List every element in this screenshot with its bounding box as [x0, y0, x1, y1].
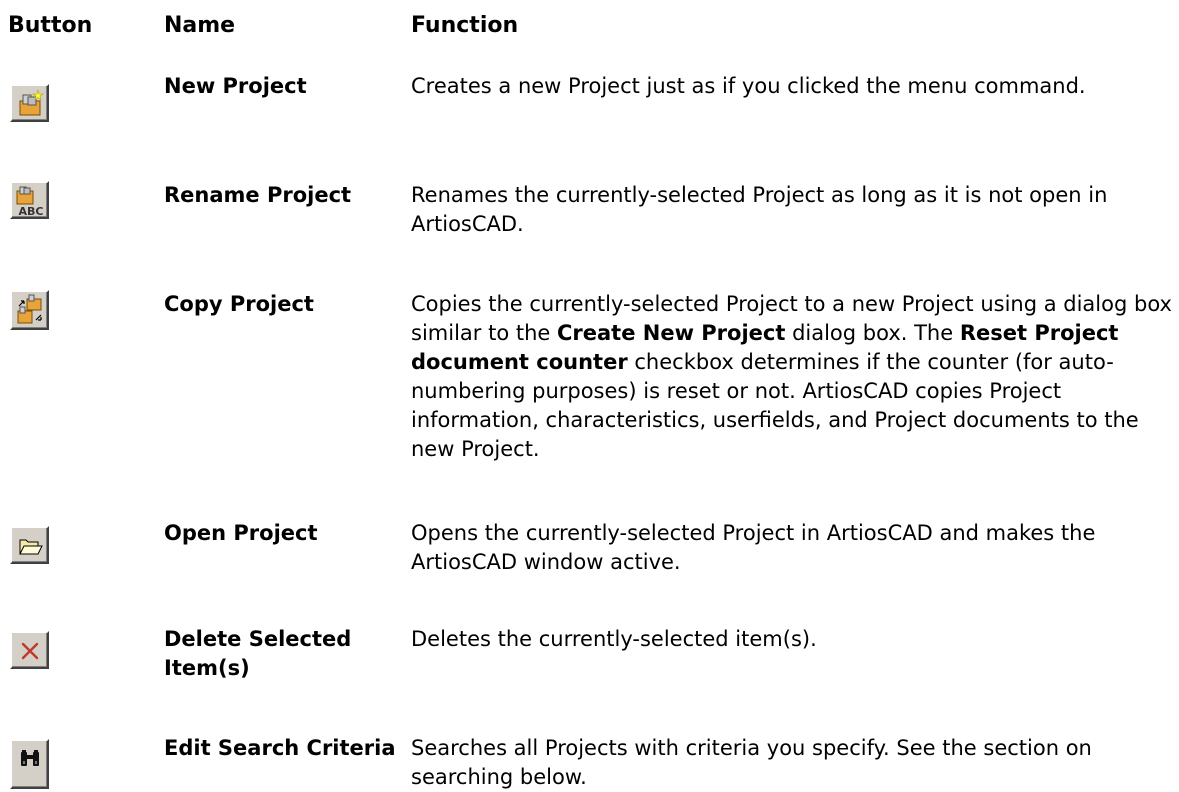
column-header-name: Name: [164, 13, 236, 38]
svg-text:ABC: ABC: [19, 205, 44, 217]
row-name: New Project: [164, 74, 307, 98]
row-function: Creates a new Project just as if you cli…: [411, 74, 1086, 98]
row-name: Copy Project: [164, 292, 314, 316]
row-function: Searches all Projects with criteria you …: [411, 736, 1092, 789]
row-function: Opens the currently-selected Project in …: [411, 521, 1096, 574]
row-name: Open Project: [164, 521, 318, 545]
row-name: Edit Search Criteria: [164, 736, 396, 760]
row-name: Rename Project: [164, 183, 352, 207]
new-project-button[interactable]: [10, 84, 49, 122]
delete-icon: [21, 642, 39, 660]
edit-search-criteria-button[interactable]: [10, 739, 49, 789]
open-project-button[interactable]: [10, 526, 49, 564]
delete-selected-button[interactable]: [10, 631, 49, 669]
column-header-button: Button: [8, 13, 93, 38]
row-function: Copies the currently-selected Project to…: [411, 292, 1172, 461]
column-header-function: Function: [411, 13, 519, 38]
rename-project-icon: ABC: [16, 186, 44, 217]
open-project-icon: [19, 539, 43, 555]
copy-project-icon: [17, 294, 42, 324]
copy-project-button[interactable]: [10, 290, 49, 330]
row-name: Delete Selected Item(s): [164, 627, 352, 680]
row-function: Deletes the currently-selected item(s).: [411, 627, 817, 651]
new-project-icon: [19, 89, 44, 116]
rename-project-button[interactable]: ABC: [10, 181, 49, 219]
row-function: Renames the currently-selected Project a…: [411, 183, 1108, 236]
binoculars-icon: [21, 750, 39, 766]
